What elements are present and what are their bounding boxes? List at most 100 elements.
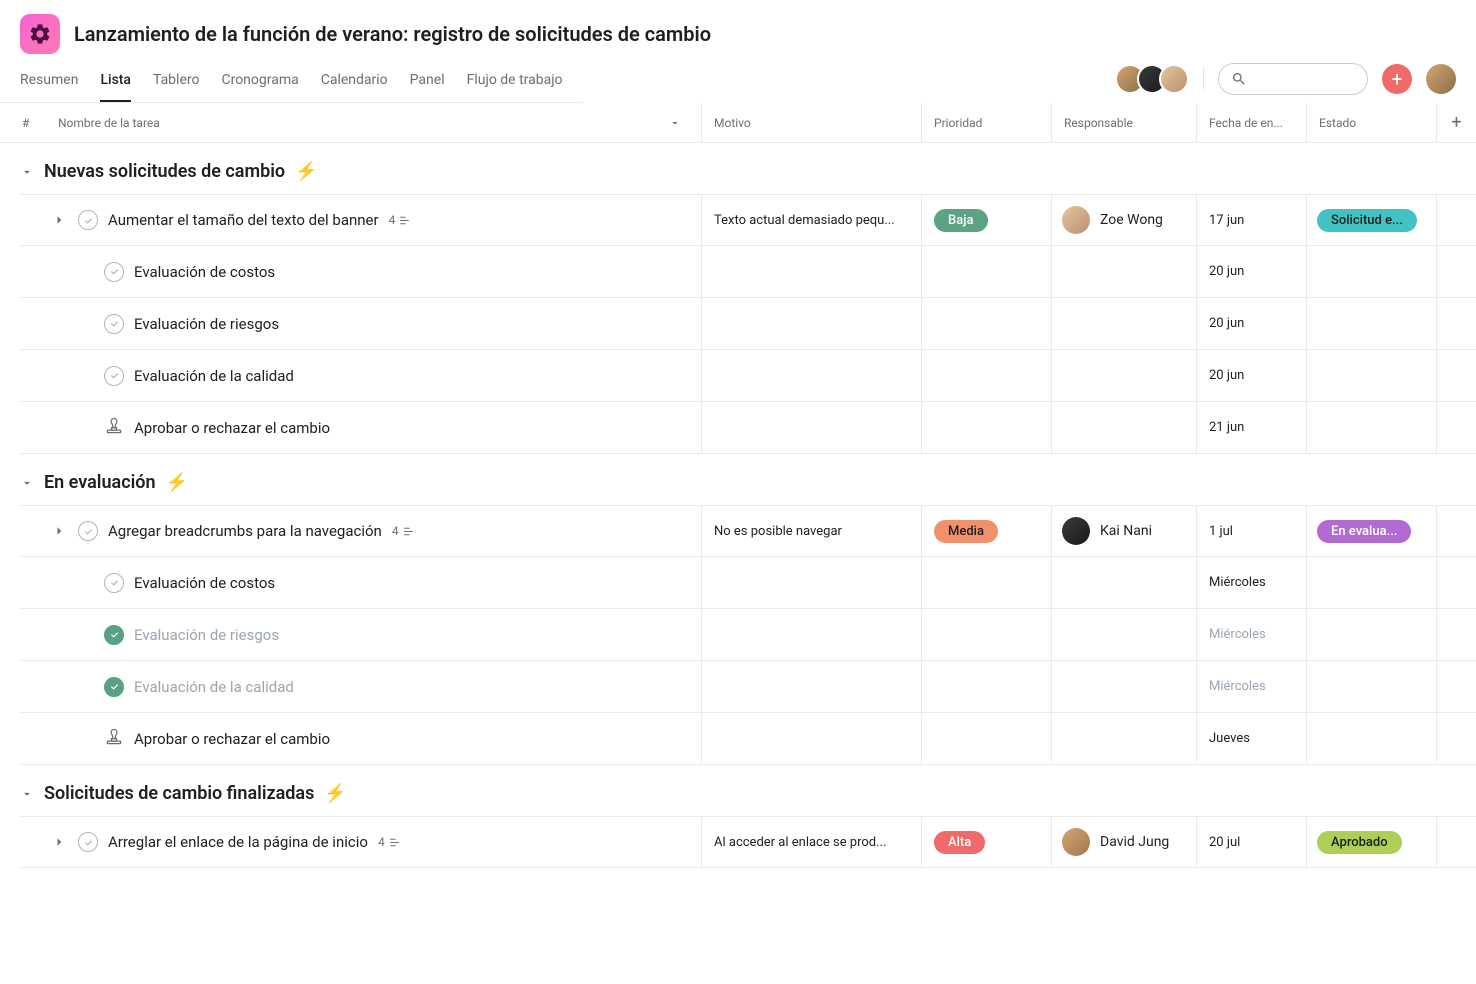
motivo-cell[interactable]	[701, 350, 921, 401]
col-estado[interactable]: Estado	[1306, 103, 1436, 142]
fecha-cell[interactable]: Miércoles	[1196, 609, 1306, 660]
motivo-cell[interactable]: No es posible navegar	[701, 506, 921, 556]
add-column-button[interactable]: +	[1436, 103, 1476, 142]
task-name-cell[interactable]: Evaluación de costos	[20, 557, 701, 608]
prioridad-cell[interactable]	[921, 609, 1051, 660]
search-input[interactable]	[1218, 63, 1368, 95]
project-title[interactable]: Lanzamiento de la función de verano: reg…	[74, 22, 1456, 46]
motivo-cell[interactable]: Texto actual demasiado pequ...	[701, 195, 921, 245]
estado-cell[interactable]: Aprobado	[1306, 817, 1436, 867]
fecha-cell[interactable]: 21 jun	[1196, 402, 1306, 453]
col-responsable[interactable]: Responsable	[1051, 103, 1196, 142]
complete-checkbox[interactable]	[104, 573, 124, 593]
estado-cell[interactable]: En evalua...	[1306, 506, 1436, 556]
project-icon[interactable]	[20, 14, 60, 54]
estado-cell[interactable]	[1306, 713, 1436, 764]
estado-cell[interactable]	[1306, 298, 1436, 349]
prioridad-cell[interactable]	[921, 557, 1051, 608]
fecha-cell[interactable]: 20 jun	[1196, 298, 1306, 349]
table-row[interactable]: Aumentar el tamaño del texto del banner4…	[20, 194, 1476, 246]
table-row[interactable]: Agregar breadcrumbs para la navegación4 …	[20, 505, 1476, 557]
tab-panel[interactable]: Panel	[410, 62, 445, 102]
user-avatar[interactable]	[1426, 64, 1456, 94]
prioridad-cell[interactable]: Baja	[921, 195, 1051, 245]
estado-cell[interactable]	[1306, 609, 1436, 660]
col-fecha[interactable]: Fecha de en...	[1196, 103, 1306, 142]
task-name-cell[interactable]: Evaluación de riesgos	[20, 298, 701, 349]
responsable-cell[interactable]	[1051, 609, 1196, 660]
task-name-cell[interactable]: Evaluación de riesgos	[20, 609, 701, 660]
col-motivo[interactable]: Motivo	[701, 103, 921, 142]
table-row[interactable]: Evaluación de costos 20 jun	[20, 246, 1476, 298]
prioridad-cell[interactable]: Media	[921, 506, 1051, 556]
motivo-cell[interactable]	[701, 298, 921, 349]
add-button[interactable]: +	[1382, 64, 1412, 94]
task-name-cell[interactable]: Agregar breadcrumbs para la navegación4	[20, 506, 701, 556]
motivo-cell[interactable]	[701, 246, 921, 297]
responsable-cell[interactable]	[1051, 246, 1196, 297]
prioridad-cell[interactable]	[921, 402, 1051, 453]
chevron-down-icon[interactable]	[669, 117, 681, 129]
complete-checkbox[interactable]	[104, 314, 124, 334]
complete-checkbox[interactable]	[78, 832, 98, 852]
responsable-cell[interactable]: Kai Nani	[1051, 506, 1196, 556]
col-task-name[interactable]: Nombre de la tarea	[50, 116, 701, 130]
estado-cell[interactable]	[1306, 350, 1436, 401]
fecha-cell[interactable]: 17 jun	[1196, 195, 1306, 245]
complete-checkbox[interactable]	[78, 210, 98, 230]
task-name-cell[interactable]: Arreglar el enlace de la página de inici…	[20, 817, 701, 867]
tab-cronograma[interactable]: Cronograma	[221, 62, 298, 102]
prioridad-cell[interactable]	[921, 713, 1051, 764]
prioridad-cell[interactable]	[921, 246, 1051, 297]
tab-tablero[interactable]: Tablero	[153, 62, 199, 102]
responsable-cell[interactable]	[1051, 298, 1196, 349]
estado-cell[interactable]	[1306, 661, 1436, 712]
responsable-cell[interactable]: Zoe Wong	[1051, 195, 1196, 245]
fecha-cell[interactable]: Miércoles	[1196, 557, 1306, 608]
task-name-cell[interactable]: Evaluación de la calidad	[20, 661, 701, 712]
responsable-cell[interactable]	[1051, 713, 1196, 764]
section-header[interactable]: Solicitudes de cambio finalizadas⚡	[0, 765, 1476, 816]
member-avatars[interactable]	[1123, 64, 1189, 94]
table-row[interactable]: Evaluación de costos Miércoles	[20, 557, 1476, 609]
section-header[interactable]: En evaluación⚡	[0, 454, 1476, 505]
fecha-cell[interactable]: 1 jul	[1196, 506, 1306, 556]
task-name-cell[interactable]: Evaluación de costos	[20, 246, 701, 297]
col-prioridad[interactable]: Prioridad	[921, 103, 1051, 142]
fecha-cell[interactable]: 20 jun	[1196, 246, 1306, 297]
tab-resumen[interactable]: Resumen	[20, 62, 78, 102]
responsable-cell[interactable]: David Jung	[1051, 817, 1196, 867]
table-row[interactable]: Evaluación de la calidad Miércoles	[20, 661, 1476, 713]
tab-calendario[interactable]: Calendario	[321, 62, 388, 102]
prioridad-cell[interactable]: Alta	[921, 817, 1051, 867]
prioridad-cell[interactable]	[921, 350, 1051, 401]
prioridad-cell[interactable]	[921, 661, 1051, 712]
complete-checkbox[interactable]	[104, 262, 124, 282]
tab-lista[interactable]: Lista	[100, 62, 131, 102]
motivo-cell[interactable]	[701, 713, 921, 764]
fecha-cell[interactable]: 20 jun	[1196, 350, 1306, 401]
prioridad-cell[interactable]	[921, 298, 1051, 349]
col-number[interactable]: #	[0, 116, 50, 130]
task-name-cell[interactable]: Aprobar o rechazar el cambio	[20, 402, 701, 453]
motivo-cell[interactable]: Al acceder al enlace se prod...	[701, 817, 921, 867]
table-row[interactable]: Aprobar o rechazar el cambioJueves	[20, 713, 1476, 765]
estado-cell[interactable]	[1306, 402, 1436, 453]
table-row[interactable]: Evaluación de riesgos 20 jun	[20, 298, 1476, 350]
responsable-cell[interactable]	[1051, 661, 1196, 712]
responsable-cell[interactable]	[1051, 402, 1196, 453]
motivo-cell[interactable]	[701, 609, 921, 660]
table-row[interactable]: Evaluación de riesgos Miércoles	[20, 609, 1476, 661]
motivo-cell[interactable]	[701, 661, 921, 712]
fecha-cell[interactable]: Miércoles	[1196, 661, 1306, 712]
estado-cell[interactable]	[1306, 557, 1436, 608]
motivo-cell[interactable]	[701, 557, 921, 608]
avatar[interactable]	[1159, 64, 1189, 94]
complete-checkbox[interactable]	[78, 521, 98, 541]
complete-checkbox[interactable]	[104, 625, 124, 645]
estado-cell[interactable]	[1306, 246, 1436, 297]
tab-flujo de trabajo[interactable]: Flujo de trabajo	[467, 62, 563, 102]
complete-checkbox[interactable]	[104, 677, 124, 697]
task-name-cell[interactable]: Aprobar o rechazar el cambio	[20, 713, 701, 764]
table-row[interactable]: Aprobar o rechazar el cambio 21 jun	[20, 402, 1476, 454]
